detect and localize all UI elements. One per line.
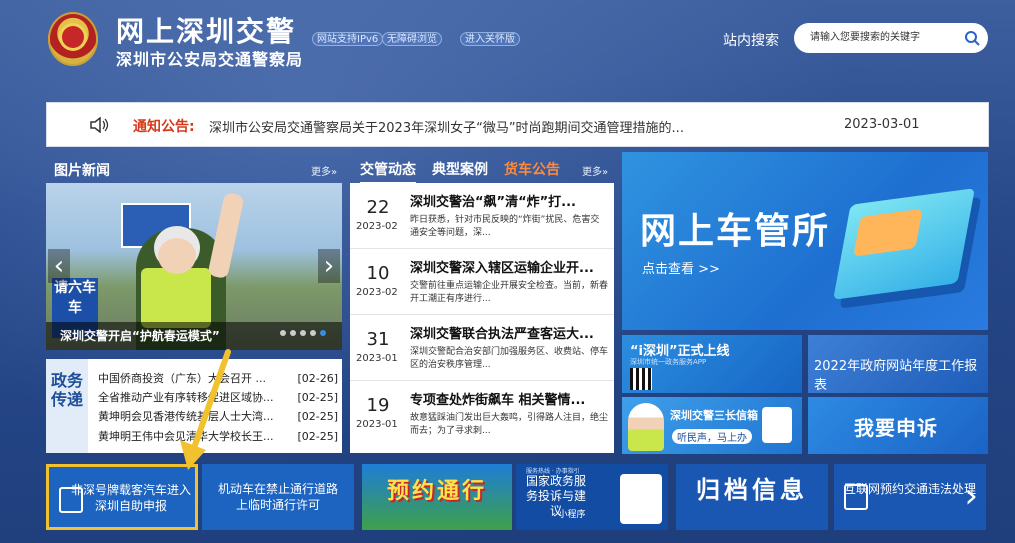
news-desc: 故意猛踩油门发出巨大轰鸣，引得路人注目，绝尘而去；为了寻求刺... — [410, 413, 608, 436]
notice-link[interactable]: 深圳市公安局交通警察局关于2023年深圳女子“微马”时尚跑期间交通管理措施的..… — [209, 117, 684, 136]
tab-traffic-news[interactable]: 交管动态 — [360, 159, 416, 184]
tab-typical-cases[interactable]: 典型案例 — [432, 159, 488, 179]
photo-news-carousel[interactable]: 请六车车 ‹ › 深圳交警开启“护航春运模式” — [46, 183, 342, 350]
news-title: 深圳交警联合执法严查客运大... — [410, 327, 594, 342]
temporary-permit-button[interactable]: 机动车在禁止通行道路上临时通行许可 — [202, 464, 354, 530]
speaker-icon — [90, 117, 109, 133]
news-title: 专项查处炸街飙车 相关警情... — [410, 393, 586, 408]
gov-item-date: [02-26] — [297, 372, 338, 385]
notice-date: 2023-03-01 — [844, 117, 920, 132]
site-subtitle: 深圳市公安局交通警察局 — [116, 50, 304, 69]
button-label: 归档信息 — [696, 476, 808, 504]
appeal-banner[interactable]: 我要申诉 — [808, 397, 988, 454]
news-item[interactable]: 31 2023-01 深圳交警联合执法严查客运大... 深圳交警配合治安部门加强服务… — [350, 315, 614, 381]
search-label: 站内搜索 — [723, 33, 779, 49]
officer-arm-image — [207, 191, 245, 280]
qr-code-icon — [630, 368, 652, 390]
news-day: 22 — [366, 197, 390, 218]
news-month: 2023-01 — [356, 419, 398, 430]
site-title: 网上深圳交警 — [116, 15, 297, 48]
button-label: 互联网预约交通违法处理 — [844, 482, 977, 496]
search-icon[interactable] — [964, 30, 980, 46]
news-tabs: 交管动态 典型案例 货车公告 更多» — [350, 152, 614, 184]
news-item[interactable]: 19 2023-01 专项查处炸街飙车 相关警情... 故意猛踩油门发出巨大轰鸣，引… — [350, 381, 614, 447]
photo-news-more-link[interactable]: 更多» — [311, 163, 337, 178]
reserve-access-button[interactable]: 预约通行 — [362, 464, 512, 530]
qr-code-icon — [762, 407, 792, 443]
news-more-link[interactable]: 更多» — [582, 163, 608, 178]
carousel-next-button[interactable]: › — [318, 249, 340, 283]
annual-report-banner[interactable]: 2022年政府网站年度工作报表 — [808, 335, 988, 393]
banner-subtitle: 听民声，马上办 — [672, 429, 752, 444]
archive-info-button[interactable]: 归档信息 — [676, 464, 828, 530]
button-label: 预约通行 — [386, 479, 487, 504]
gov-complaint-button[interactable]: 服务热线 · 办事指引 国家政务服务投诉与建议 小程序 — [516, 464, 668, 530]
notice-bar: 通知公告: 深圳市公安局交通警察局关于2023年深圳女子“微马”时尚跑期间交通管… — [46, 102, 989, 147]
button-label: 机动车在禁止通行道路上临时通行许可 — [217, 482, 338, 512]
news-month: 2023-01 — [356, 353, 398, 364]
mailbox-banner[interactable]: 深圳交警三长信箱 听民声，马上办 — [622, 397, 802, 454]
news-desc: 交警前往重点运输企业开展安全检查。当前，新春开工潮正有序进行... — [410, 281, 608, 304]
news-desc: 昨日获悉，针对市民反映的“炸街”扰民、危害交通安全等问题，深... — [410, 215, 600, 238]
news-day: 19 — [366, 395, 390, 416]
police-emblem-icon — [48, 12, 98, 66]
self-declaration-button[interactable]: 非深号牌载客汽车进入深圳自助申报 — [46, 464, 198, 530]
phone-illustration — [833, 188, 975, 300]
news-desc: 深圳交警配合治安部门加强服务区、收费站、停车区的治安秩序管理... — [410, 347, 608, 370]
care-mode-link[interactable]: 进入关怀版 — [460, 32, 520, 46]
news-item[interactable]: 10 2023-02 深圳交警深入辖区运输企业开... 交警前往重点运输企业开展安全… — [350, 249, 614, 315]
news-day: 31 — [366, 329, 390, 350]
banner-subtitle: 深圳市统一政务服务APP — [630, 358, 707, 366]
carousel-prev-button[interactable]: ‹ — [48, 249, 70, 283]
banner-title: 深圳交警三长信箱 — [670, 409, 758, 422]
photo-news-heading: 图片新闻 — [54, 163, 110, 179]
tab-truck-notices[interactable]: 货车公告 — [504, 159, 560, 179]
ipv6-badge: 网站支持IPv6 — [312, 32, 384, 46]
carousel-dots[interactable] — [276, 321, 326, 340]
gov-item-date: [02-25] — [297, 391, 338, 404]
highlight-arrow-icon — [180, 349, 231, 470]
search-input[interactable]: 请输入您要搜索的关键字 — [794, 23, 988, 53]
banner-view-link[interactable]: 点击查看 >> — [642, 258, 720, 277]
site-header: 网上深圳交警 深圳市公安局交通警察局 网站支持IPv6 无障碍浏览 进入关怀版 … — [0, 0, 1015, 95]
violation-appointment-button[interactable]: 互联网预约交通违法处理 › — [834, 464, 986, 530]
banner-title: 2022年政府网站年度工作报表 — [814, 359, 978, 393]
chevron-right-icon: › — [964, 476, 978, 516]
news-day: 10 — [366, 263, 390, 284]
accessibility-link[interactable]: 无障碍浏览 — [382, 32, 442, 46]
news-month: 2023-02 — [356, 221, 398, 232]
gov-item-date: [02-25] — [297, 430, 338, 443]
banner-title: 网上车管所 — [640, 211, 831, 252]
news-item[interactable]: 22 2023-02 深圳交警治“飙”清“炸”打... 昨日获悉，针对市民反映的“炸… — [350, 183, 614, 249]
news-list: 22 2023-02 深圳交警治“飙”清“炸”打... 昨日获悉，针对市民反映的“炸… — [350, 183, 614, 453]
officer-head-image — [158, 238, 196, 274]
police-mascot-icon — [628, 403, 664, 451]
ishenzhen-banner[interactable]: “i深圳”正式上线 深圳市统一政务服务APP — [622, 335, 802, 393]
online-vehicle-office-banner[interactable]: 网上车管所 点击查看 >> — [622, 152, 988, 330]
notice-label: 通知公告: — [133, 119, 195, 135]
news-month: 2023-02 — [356, 287, 398, 298]
news-title: 深圳交警深入辖区运输企业开... — [410, 261, 594, 276]
gov-info-tag: 政务传递 — [46, 359, 88, 453]
gov-item-date: [02-25] — [297, 410, 338, 423]
banner-title: 我要申诉 — [854, 416, 938, 440]
news-title: 深圳交警治“飙”清“炸”打... — [410, 195, 576, 210]
qr-code-icon — [620, 474, 662, 524]
button-label: 非深号牌载客汽车进入深圳自助申报 — [70, 483, 191, 513]
officer-vest-image — [141, 268, 211, 328]
